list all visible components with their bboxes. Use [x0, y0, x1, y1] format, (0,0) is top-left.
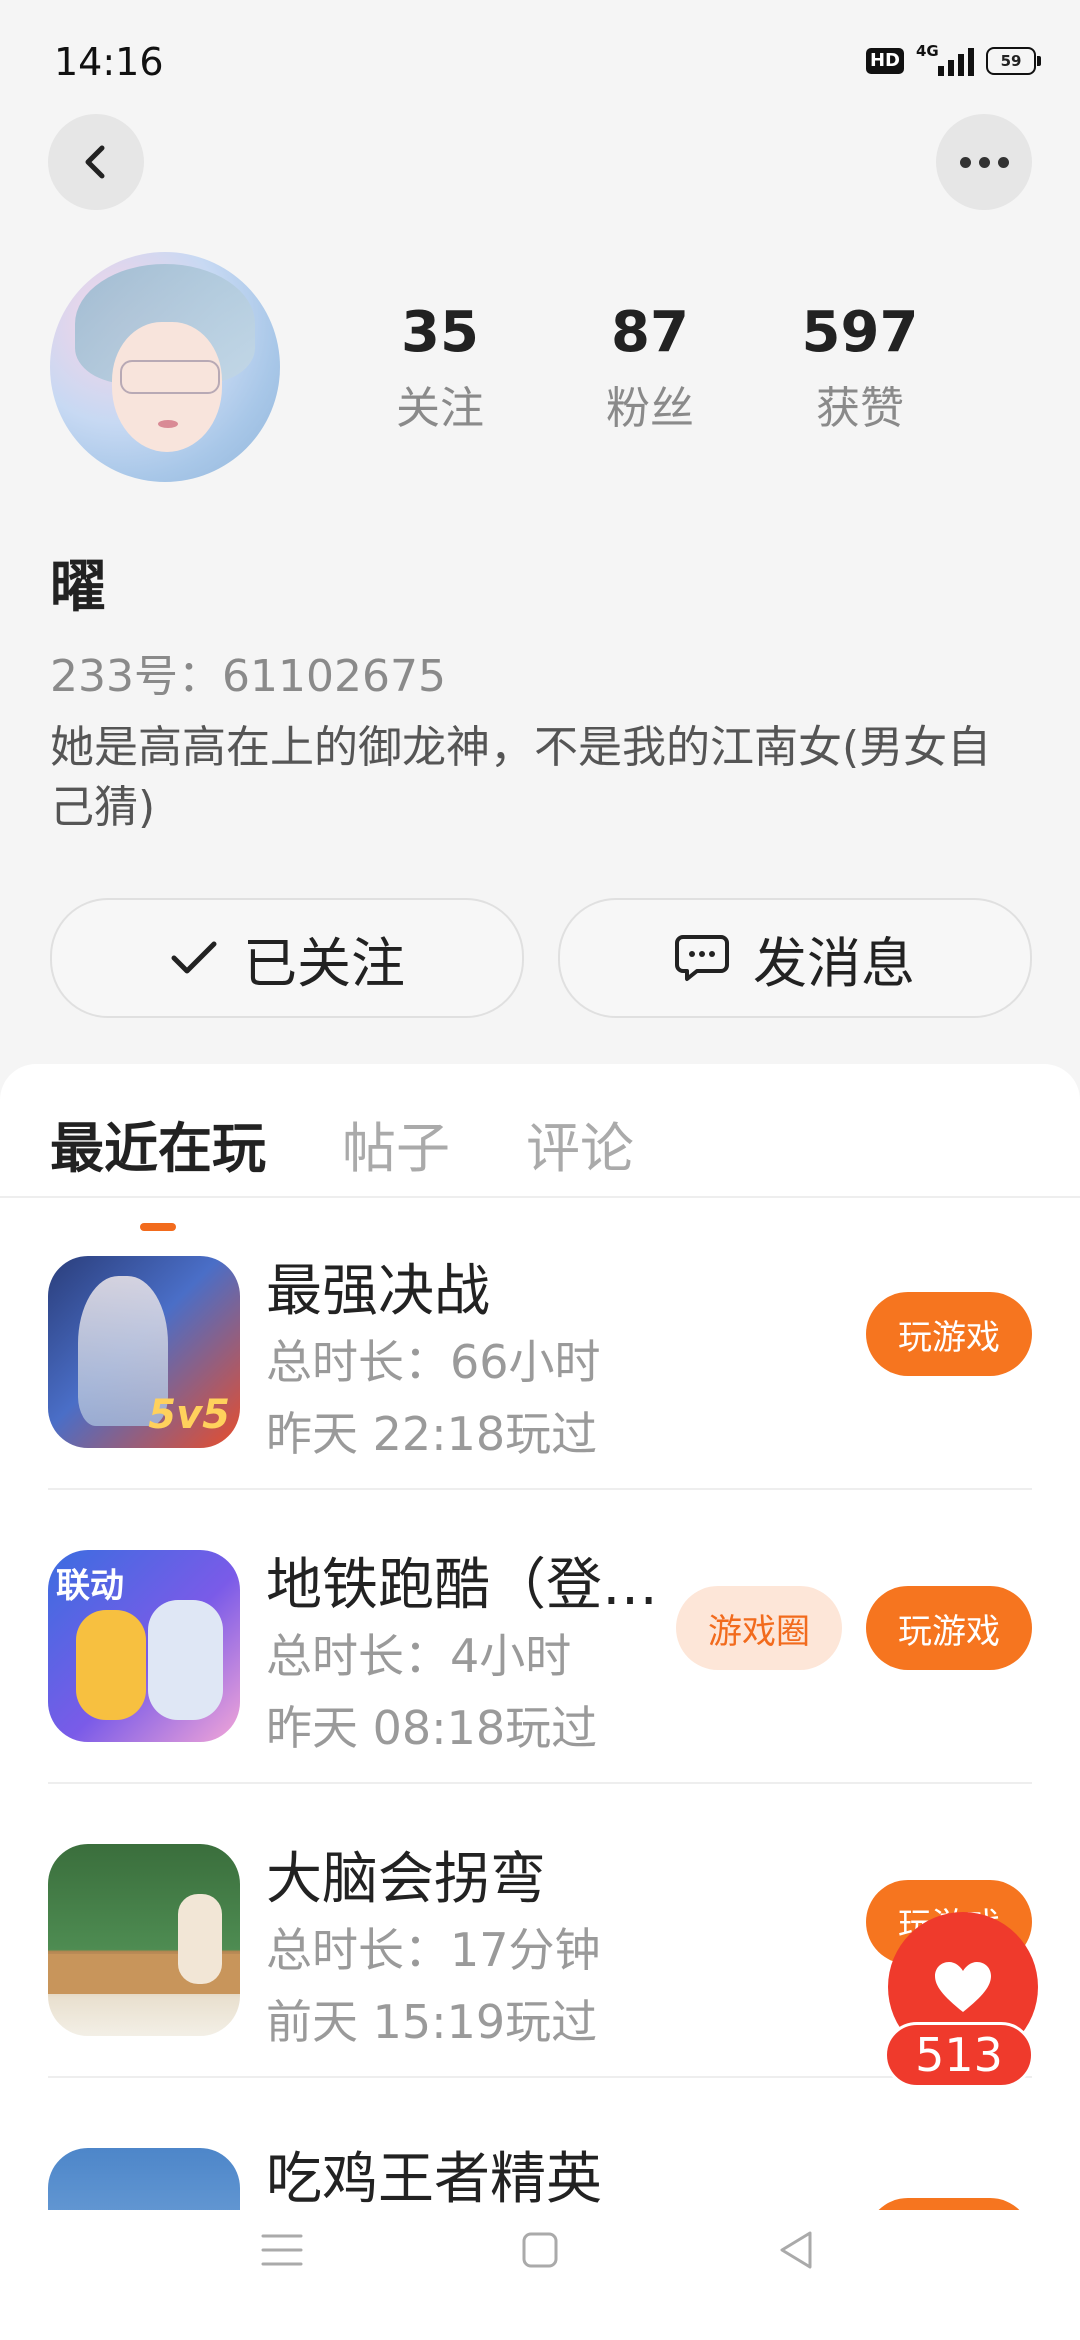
game-duration: 总时长：4小时: [266, 1629, 572, 1683]
tab-posts[interactable]: 帖子: [342, 1104, 450, 1183]
tab-recent-play[interactable]: 最近在玩: [50, 1104, 266, 1183]
game-last-played: 昨天 22:18玩过: [266, 1407, 598, 1461]
fans-count: 87: [611, 300, 689, 365]
play-game-button[interactable]: [866, 2198, 1032, 2210]
status-bar: 14:16 HD 4G 59: [0, 0, 1080, 120]
stat-fans[interactable]: 87 粉丝: [550, 300, 750, 436]
game-circle-button[interactable]: 游戏圈: [676, 1586, 842, 1670]
following-label: 关注: [396, 383, 484, 434]
game-icon[interactable]: 联动: [48, 1550, 240, 1742]
game-item[interactable]: 联动 地铁跑酷（登… 总时长：4小时 昨天 08:18玩过 游戏圈 玩游戏: [48, 1490, 1032, 1784]
play-game-button[interactable]: 玩游戏: [866, 1292, 1032, 1376]
network-type: 4G: [916, 42, 939, 60]
game-icon-badge: 5v5: [148, 1392, 230, 1438]
game-icon[interactable]: 5v5: [48, 1256, 240, 1448]
chevron-left-icon: [85, 145, 105, 179]
game-name: 地铁跑酷（登…: [266, 1553, 658, 1618]
nickname: 曜: [50, 555, 106, 620]
square-icon: [522, 2232, 558, 2268]
message-label: 发消息: [753, 931, 915, 995]
game-icon-badge: 联动: [56, 1566, 124, 1606]
likes-label: 获赞: [816, 383, 904, 434]
game-last-played: 前天 15:19玩过: [266, 1995, 598, 2049]
game-name: 大脑会拐弯: [266, 1847, 546, 1912]
more-dots-icon: [959, 156, 1009, 168]
stat-following[interactable]: 35 关注: [340, 300, 540, 436]
signal-icon: 4G: [916, 42, 974, 76]
tab-comments[interactable]: 评论: [526, 1104, 634, 1183]
game-item[interactable]: 5v5 最强决战 总时长：66小时 昨天 22:18玩过 玩游戏: [48, 1196, 1032, 1490]
bio: 她是高高在上的御龙神，不是我的江南女(男女自己猜): [50, 722, 992, 833]
game-last-played: 昨天 08:18玩过: [266, 1701, 598, 1755]
followed-label: 已关注: [243, 931, 405, 995]
home-nav-button[interactable]: [500, 2210, 580, 2290]
followed-button[interactable]: 已关注: [50, 898, 524, 1018]
profile-stats: 35 关注 87 粉丝 597 获赞: [340, 300, 960, 436]
fans-label: 粉丝: [606, 383, 694, 434]
following-count: 35: [401, 300, 479, 365]
check-icon: [171, 941, 217, 974]
game-name: 吃鸡王者精英: [266, 2147, 602, 2210]
status-icons: HD 4G 59: [865, 42, 1041, 76]
likes-count: 597: [801, 300, 919, 365]
game-item[interactable]: 吃鸡王者精英: [48, 2078, 1032, 2210]
like-count: 513: [884, 2022, 1034, 2088]
game-duration: 总时长：17分钟: [266, 1923, 601, 1977]
system-nav-bar: [0, 2210, 1080, 2340]
avatar[interactable]: [50, 252, 280, 482]
game-item[interactable]: 大脑会拐弯 总时长：17分钟 前天 15:19玩过 玩游戏: [48, 1784, 1032, 2078]
stat-likes[interactable]: 597 获赞: [760, 300, 960, 436]
more-button[interactable]: [936, 114, 1032, 210]
message-button[interactable]: 发消息: [558, 898, 1032, 1018]
menu-icon: [261, 2234, 303, 2266]
back-button[interactable]: [48, 114, 144, 210]
back-nav-button[interactable]: [756, 2210, 836, 2290]
heart-icon: [935, 1962, 991, 2012]
game-icon[interactable]: [48, 1844, 240, 2036]
status-time: 14:16: [54, 40, 164, 84]
menu-nav-button[interactable]: [242, 2210, 322, 2290]
game-name: 最强决战: [266, 1259, 490, 1324]
hd-icon: HD: [865, 48, 904, 74]
game-icon[interactable]: [48, 2148, 240, 2210]
triangle-back-icon: [780, 2231, 812, 2269]
battery-icon: 59: [986, 47, 1041, 75]
play-game-button[interactable]: 玩游戏: [866, 1586, 1032, 1670]
chat-bubble-icon: [675, 935, 729, 981]
user-id: 233号：61102675: [50, 651, 446, 702]
tab-bar: 最近在玩 帖子 评论: [50, 1104, 634, 1183]
game-duration: 总时长：66小时: [266, 1335, 601, 1389]
